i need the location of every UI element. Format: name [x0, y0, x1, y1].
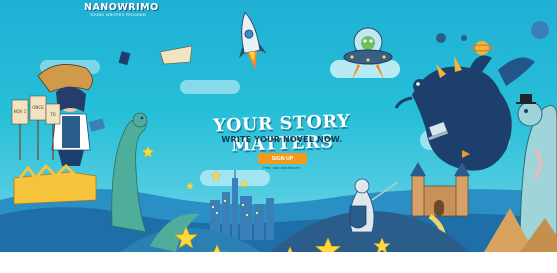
page-bottom	[0, 252, 557, 273]
planet-icon	[475, 41, 489, 55]
planet-icon	[531, 21, 549, 39]
sign-text: NOV 1	[14, 109, 27, 114]
logo-title: NANOWRIMO	[84, 2, 159, 13]
phone-icon	[118, 51, 131, 66]
sea-serpent-icon	[516, 94, 557, 251]
planet-icon	[461, 35, 467, 41]
ufo-icon	[343, 27, 393, 80]
sign-text: ONCE	[32, 105, 44, 110]
hero-headline: YOUR STORY MATTERS	[212, 111, 351, 156]
site-logo[interactable]: NANOWRIMO YOUNG WRITERS PROGRAM	[84, 2, 159, 28]
hero-banner: NOV 1 ONCE TO NANOWRIMO YOUNG WRITERS PR…	[0, 0, 557, 252]
planet-icon	[436, 33, 446, 43]
sign-up-button[interactable]: SIGN UP	[258, 153, 307, 164]
hero-subheadline: WRITE YOUR NOVEL NOW.	[221, 135, 343, 144]
sign-text: TO	[49, 112, 56, 117]
rocket-icon	[238, 11, 267, 70]
signup-note: Free, now and forever.	[263, 166, 301, 170]
scroll-icon	[159, 45, 193, 65]
logo-subtitle: YOUNG WRITERS PROGRAM	[89, 13, 147, 17]
